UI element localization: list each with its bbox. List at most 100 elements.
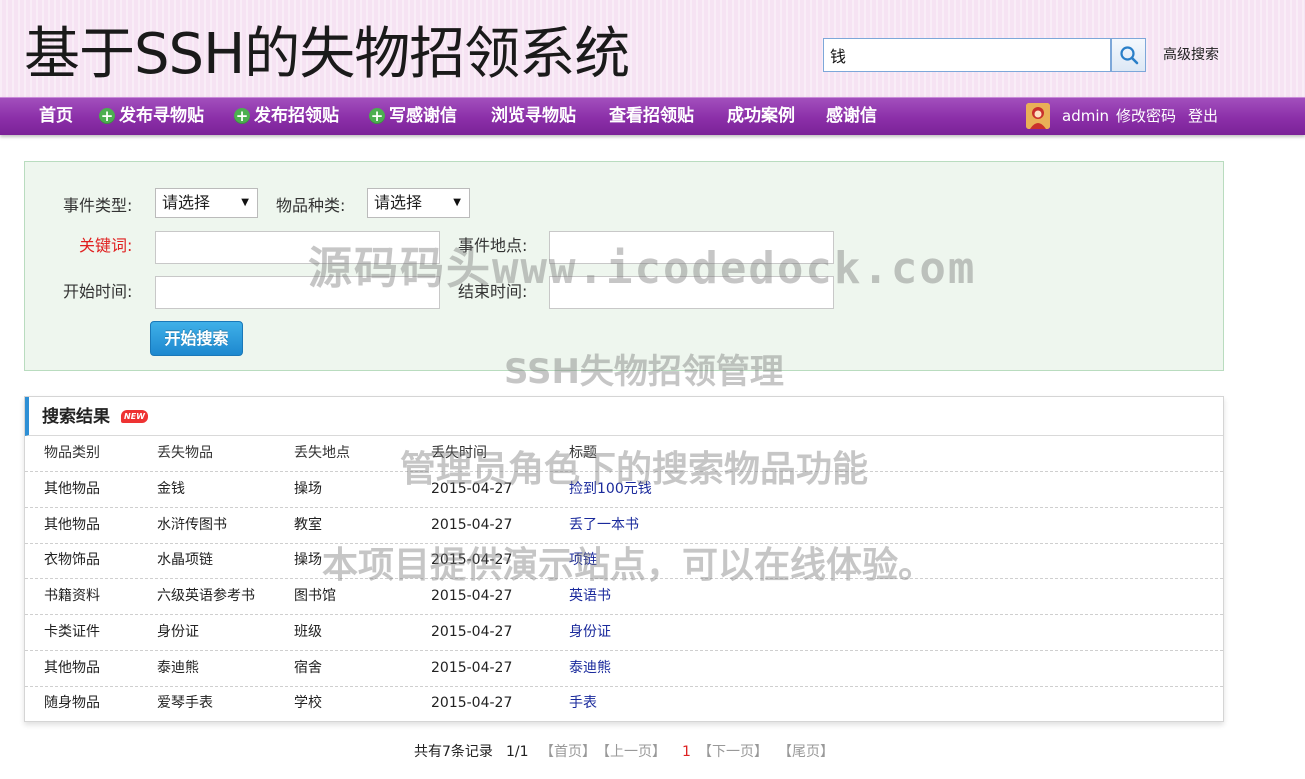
nav-view-found[interactable]: 查看招领贴 xyxy=(609,97,694,135)
cell-category: 其他物品 xyxy=(44,660,100,676)
site-title: 基于SSH的失物招领系统 xyxy=(24,22,630,87)
start-time-input[interactable] xyxy=(155,276,440,309)
nav-post-lost[interactable]: + 发布寻物贴 xyxy=(99,97,204,135)
change-password-link[interactable]: 修改密码 xyxy=(1116,97,1176,135)
cell-location: 学校 xyxy=(294,695,322,711)
cell-item: 爱琴手表 xyxy=(157,695,213,711)
cell-location: 操场 xyxy=(294,552,322,568)
username[interactable]: admin xyxy=(1062,97,1109,135)
cell-date: 2015-04-27 xyxy=(431,481,513,497)
cell-item: 水晶项链 xyxy=(157,552,213,568)
location-label: 事件地点: xyxy=(458,236,528,255)
cell-item: 泰迪熊 xyxy=(157,660,199,676)
pagination-last[interactable]: 【尾页】 xyxy=(778,741,834,763)
cell-date: 2015-04-27 xyxy=(431,517,513,533)
nav-label: 写感谢信 xyxy=(389,106,457,126)
nav-label: 发布寻物贴 xyxy=(119,106,204,126)
cell-location: 宿舍 xyxy=(294,660,322,676)
table-row: 衣物饰品 水晶项链 操场 2015-04-27 项链 xyxy=(25,543,1223,579)
pagination-next[interactable]: 【下一页】 xyxy=(698,741,768,763)
nav-write-thanks[interactable]: + 写感谢信 xyxy=(369,97,457,135)
item-type-select[interactable]: 请选择 ▼ xyxy=(367,188,470,218)
cell-item: 六级英语参考书 xyxy=(157,588,255,604)
cell-category: 书籍资料 xyxy=(44,588,100,604)
cell-location: 教室 xyxy=(294,517,322,533)
cell-title-link[interactable]: 手表 xyxy=(569,686,597,721)
nav-label: 感谢信 xyxy=(826,106,877,126)
pagination-total: 共有7条记录 xyxy=(414,744,493,760)
plus-circle-icon: + xyxy=(234,107,250,125)
cell-title-link[interactable]: 捡到100元钱 xyxy=(569,472,652,507)
nav-success-cases[interactable]: 成功案例 xyxy=(727,97,795,135)
search-input[interactable] xyxy=(823,38,1111,72)
advanced-search-link[interactable]: 高级搜索 xyxy=(1163,44,1219,66)
plus-circle-icon: + xyxy=(369,107,385,125)
nav-browse-lost[interactable]: 浏览寻物贴 xyxy=(491,97,576,135)
cell-item: 金钱 xyxy=(157,481,185,497)
cell-date: 2015-04-27 xyxy=(431,695,513,711)
nav-home[interactable]: 首页 xyxy=(39,97,73,135)
cell-location: 操场 xyxy=(294,481,322,497)
item-type-label: 物品种类: xyxy=(276,196,346,215)
cell-category: 衣物饰品 xyxy=(44,552,100,568)
search-icon xyxy=(1119,46,1138,65)
table-row: 书籍资料 六级英语参考书 图书馆 2015-04-27 英语书 xyxy=(25,579,1223,615)
pagination-first[interactable]: 【首页】 xyxy=(540,741,596,763)
start-search-button[interactable]: 开始搜索 xyxy=(150,321,243,356)
cell-date: 2015-04-27 xyxy=(431,552,513,568)
cell-date: 2015-04-27 xyxy=(431,624,513,640)
pagination-current[interactable]: 1 xyxy=(682,741,691,763)
cell-category: 卡类证件 xyxy=(44,624,100,640)
new-badge-icon: NEW xyxy=(121,410,148,423)
keyword-label: 关键词: xyxy=(79,236,133,255)
cell-title-link[interactable]: 英语书 xyxy=(569,579,611,614)
table-row: 卡类证件 身份证 班级 2015-04-27 身份证 xyxy=(25,615,1223,651)
end-time-input[interactable] xyxy=(549,276,834,309)
logout-link[interactable]: 登出 xyxy=(1188,97,1218,135)
column-header: 丢失物品 xyxy=(157,445,213,461)
table-row: 其他物品 泰迪熊 宿舍 2015-04-27 泰迪熊 xyxy=(25,651,1223,687)
table-row: 随身物品 爱琴手表 学校 2015-04-27 手表 xyxy=(25,686,1223,722)
search-button[interactable] xyxy=(1111,38,1146,72)
cell-category: 其他物品 xyxy=(44,481,100,497)
nav-label: 发布招领贴 xyxy=(254,106,339,126)
plus-circle-icon: + xyxy=(99,107,115,125)
cell-location: 班级 xyxy=(294,624,322,640)
cell-date: 2015-04-27 xyxy=(431,588,513,604)
pagination-page: 1/1 xyxy=(506,744,529,760)
cell-location: 图书馆 xyxy=(294,588,336,604)
column-header: 丢失地点 xyxy=(294,445,350,461)
start-time-label: 开始时间: xyxy=(63,282,133,301)
cell-title-link[interactable]: 丢了一本书 xyxy=(569,508,639,543)
event-type-value: 请选择 xyxy=(162,193,211,212)
avatar xyxy=(1026,103,1050,129)
cell-category: 随身物品 xyxy=(44,695,100,711)
table-row: 其他物品 金钱 操场 2015-04-27 捡到100元钱 xyxy=(25,472,1223,508)
cell-title-link[interactable]: 身份证 xyxy=(569,615,611,650)
column-header: 物品类别 xyxy=(44,445,100,461)
dropdown-arrow-icon: ▼ xyxy=(241,197,249,208)
cell-title-link[interactable]: 泰迪熊 xyxy=(569,651,611,686)
dropdown-arrow-icon: ▼ xyxy=(453,197,461,208)
item-type-value: 请选择 xyxy=(374,193,423,212)
nav-label: 查看招领贴 xyxy=(609,106,694,126)
cell-title-link[interactable]: 项链 xyxy=(569,543,597,578)
cell-item: 水浒传图书 xyxy=(157,517,227,533)
location-input[interactable] xyxy=(549,231,834,264)
event-type-select[interactable]: 请选择 ▼ xyxy=(155,188,258,218)
column-header: 丢失时间 xyxy=(431,445,487,461)
results-panel: 搜索结果 NEW 物品类别 丢失物品 丢失地点 丢失时间 标题 其他物品 金钱 … xyxy=(24,396,1224,722)
nav-label: 成功案例 xyxy=(727,106,795,126)
keyword-input[interactable] xyxy=(155,231,440,264)
results-title: 搜索结果 xyxy=(42,407,110,427)
nav-post-found[interactable]: + 发布招领贴 xyxy=(234,97,339,135)
pagination-prev[interactable]: 【上一页】 xyxy=(596,741,666,763)
end-time-label: 结束时间: xyxy=(458,282,528,301)
nav-thank-letters[interactable]: 感谢信 xyxy=(826,97,877,135)
cell-category: 其他物品 xyxy=(44,517,100,533)
table-row: 其他物品 水浒传图书 教室 2015-04-27 丢了一本书 xyxy=(25,508,1223,544)
column-header: 标题 xyxy=(569,445,597,461)
nav-label: 浏览寻物贴 xyxy=(491,106,576,126)
results-header: 搜索结果 NEW xyxy=(25,397,1223,436)
avatar-icon xyxy=(1026,103,1050,129)
